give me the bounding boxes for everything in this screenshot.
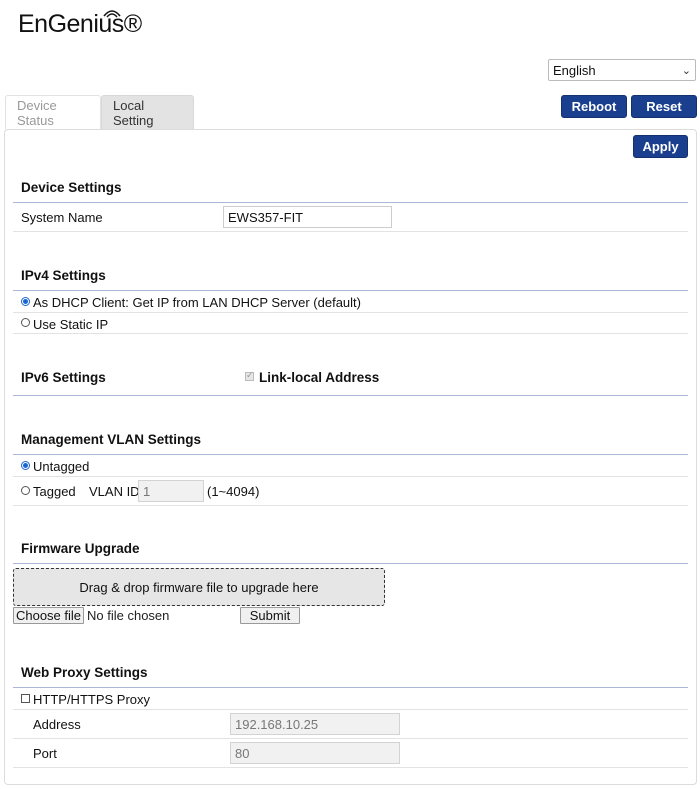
vlan-range-label: (1~4094) xyxy=(207,484,260,499)
system-name-label: System Name xyxy=(21,210,103,225)
dhcp-client-label: As DHCP Client: Get IP from LAN DHCP Ser… xyxy=(33,295,361,310)
tab-label: Device Status xyxy=(17,97,57,128)
link-local-checkbox[interactable] xyxy=(245,370,254,381)
section-divider xyxy=(13,290,688,291)
http-proxy-label: HTTP/HTTPS Proxy xyxy=(33,692,151,707)
row-divider xyxy=(13,333,688,334)
http-proxy-checkbox[interactable] xyxy=(21,694,30,703)
row-divider xyxy=(13,738,688,739)
tab-label: Local Setting xyxy=(113,97,154,128)
proxy-port-input[interactable]: 80 xyxy=(230,742,400,764)
untagged-label: Untagged xyxy=(33,459,90,474)
engenius-logo: EnGenius® xyxy=(18,8,142,38)
proxy-address-input[interactable]: 192.168.10.25 xyxy=(230,713,400,735)
section-divider xyxy=(13,687,688,688)
wifi-arc-icon xyxy=(103,10,121,18)
untagged-radio[interactable] xyxy=(21,461,30,470)
row-divider xyxy=(13,767,688,768)
vlan-id-label: VLAN ID xyxy=(89,484,140,499)
section-divider xyxy=(13,202,688,203)
vlan-id-input[interactable]: 1 xyxy=(138,480,204,502)
proxy-address-label: Address xyxy=(33,717,81,732)
ipv6-settings-title: IPv6 Settings xyxy=(21,370,106,385)
device-settings-title: Device Settings xyxy=(21,180,122,195)
row-divider xyxy=(13,505,688,506)
dropzone-text: Drag & drop firmware file to upgrade her… xyxy=(79,579,319,595)
reset-button[interactable]: Reset xyxy=(631,95,697,118)
apply-button[interactable]: Apply xyxy=(633,135,688,158)
row-divider xyxy=(13,476,688,477)
mgmt-vlan-title: Management VLAN Settings xyxy=(21,432,202,447)
choose-file-button[interactable]: Choose file xyxy=(13,607,84,624)
tagged-label: Tagged xyxy=(33,484,76,499)
submit-button[interactable]: Submit xyxy=(240,607,300,624)
language-selected: English xyxy=(553,62,596,78)
no-file-chosen-text: No file chosen xyxy=(87,608,170,623)
web-proxy-title: Web Proxy Settings xyxy=(21,665,148,680)
firmware-upgrade-title: Firmware Upgrade xyxy=(21,541,140,556)
ipv4-settings-title: IPv4 Settings xyxy=(21,268,106,283)
section-divider xyxy=(13,454,688,455)
section-divider xyxy=(13,563,688,564)
row-divider xyxy=(13,312,688,313)
row-divider xyxy=(13,231,688,232)
section-divider xyxy=(13,395,688,396)
system-name-input[interactable]: EWS357-FIT xyxy=(223,206,392,228)
proxy-port-label: Port xyxy=(33,746,57,761)
static-ip-radio[interactable] xyxy=(21,318,30,327)
tab-device-status[interactable]: Device Status xyxy=(5,95,101,129)
reboot-button[interactable]: Reboot xyxy=(561,95,627,118)
language-select[interactable]: English ⌄ xyxy=(548,59,696,81)
row-divider xyxy=(13,709,688,710)
tab-local-setting[interactable]: Local Setting xyxy=(101,95,194,129)
chevron-down-icon: ⌄ xyxy=(681,64,691,77)
link-local-label: Link-local Address xyxy=(259,370,380,385)
firmware-dropzone[interactable]: Drag & drop firmware file to upgrade her… xyxy=(13,568,385,606)
tagged-radio[interactable] xyxy=(21,486,30,495)
dhcp-client-radio[interactable] xyxy=(21,297,30,306)
static-ip-label: Use Static IP xyxy=(33,317,109,332)
